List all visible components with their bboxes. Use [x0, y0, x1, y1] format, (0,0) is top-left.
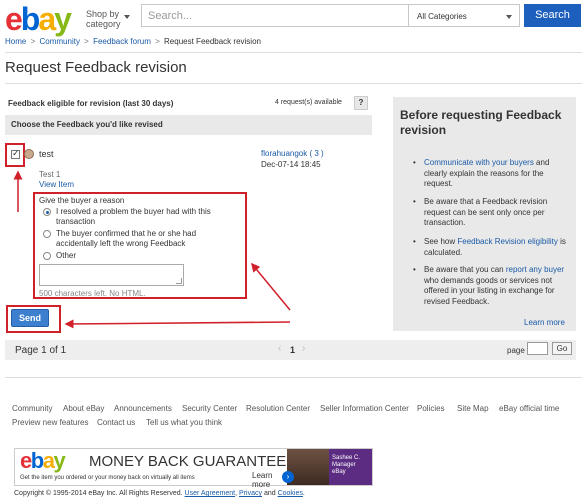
arrow-to-send	[64, 319, 291, 329]
next-page-icon[interactable]: ›	[302, 343, 305, 354]
communicate-link[interactable]: Communicate with your buyers	[424, 158, 534, 167]
footer-link[interactable]: Security Center	[182, 404, 237, 413]
report-buyer-link[interactable]: report any buyer	[506, 265, 564, 274]
footer-link[interactable]: Resolution Center	[246, 404, 310, 413]
footer-link[interactable]: About eBay	[63, 404, 104, 413]
banner-subtext: Get the item you ordered or your money b…	[20, 475, 195, 481]
eligibility-link[interactable]: Feedback Revision eligibility	[457, 237, 558, 246]
copyright: Copyright © 1995-2014 eBay Inc. All Righ…	[14, 490, 305, 497]
footer-link[interactable]: Tell us what you think	[146, 418, 222, 427]
banner-arrow-icon[interactable]: ›	[282, 471, 294, 483]
banner-headline: MONEY BACK GUARANTEE	[89, 453, 287, 470]
banner-learn-more[interactable]: Learn more	[252, 471, 282, 489]
footer-link[interactable]: Contact us	[97, 418, 135, 427]
go-button[interactable]: Go	[552, 342, 572, 355]
footer-link[interactable]: Announcements	[114, 404, 172, 413]
info-bullet-once: Be aware that a Feedback revision reques…	[413, 197, 566, 229]
privacy-link[interactable]: Privacy	[239, 490, 262, 497]
footer-link[interactable]: Community	[12, 404, 52, 413]
footer-link[interactable]: Site Map	[457, 404, 489, 413]
arrow-to-reason	[251, 262, 291, 311]
footer-link[interactable]: Seller Information Center	[320, 404, 409, 413]
footer-link[interactable]: Preview new features	[12, 418, 88, 427]
page-of-label: Page 1 of 1	[15, 345, 67, 356]
page-label: page	[507, 346, 525, 355]
info-panel-title: Before requesting Feedback revision	[400, 108, 562, 137]
user-agreement-link[interactable]: User Agreement	[185, 490, 236, 497]
page-number-input[interactable]	[527, 342, 548, 355]
current-page[interactable]: 1	[290, 345, 295, 355]
divider	[5, 377, 582, 378]
footer-link[interactable]: Policies	[417, 404, 445, 413]
info-bullet-communicate: Communicate with your buyers and clearly…	[413, 158, 566, 190]
banner-name-box: Sashee C. Manager eBay	[329, 449, 372, 485]
footer-link[interactable]: eBay official time	[499, 404, 559, 413]
info-bullet-eligibility: See how Feedback Revision eligibility is…	[413, 237, 566, 258]
prev-page-icon[interactable]: ‹	[278, 343, 281, 354]
cookies-link[interactable]: Cookies	[278, 490, 303, 497]
banner-ebay-logo: ebay	[20, 448, 66, 473]
info-bullet-report: Be aware that you can report any buyer w…	[413, 265, 566, 307]
learn-more-link[interactable]: Learn more	[524, 318, 565, 327]
